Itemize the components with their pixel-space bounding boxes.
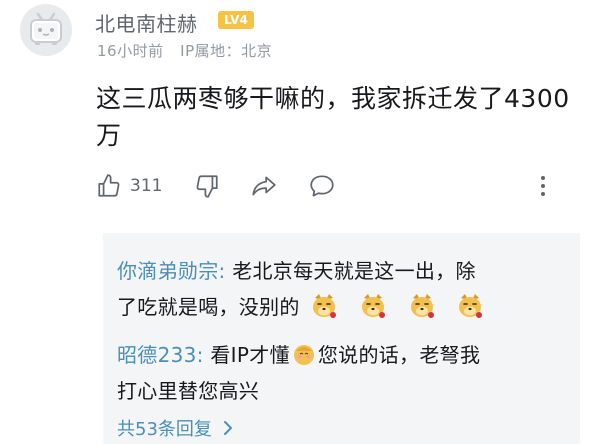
level-badge: LV4 <box>218 11 254 29</box>
reply-list: 你滴弟勋宗: 老北京每天就是这一出，除 了吃就是喝，没别的 昭德233: 看IP… <box>103 233 580 444</box>
comment-username[interactable]: 北电南柱赫 <box>95 8 198 37</box>
doge-emote <box>459 294 483 318</box>
thumbs-down-icon <box>196 175 218 198</box>
comment-text-line: 万 <box>96 121 122 150</box>
reply-item: 昭德233: 看IP才懂 您说的话，老弩我 打心里替您高兴 <box>117 337 567 409</box>
reply-text: 打心里替您高兴 <box>117 379 260 403</box>
reply-author[interactable]: 你滴弟勋宗: <box>117 259 226 283</box>
reply-text: 看IP才懂 <box>203 343 290 367</box>
reply-text: 您说的话，老弩我 <box>317 343 481 367</box>
reply-button[interactable] <box>308 170 336 202</box>
like-count: 311 <box>130 176 163 196</box>
more-replies-label: 共53条回复 <box>117 419 212 440</box>
reply-author[interactable]: 昭德233: <box>117 343 204 367</box>
reply-text: 了吃就是喝，没别的 <box>117 295 300 319</box>
thumbs-up-icon <box>98 174 120 197</box>
comment-actions: 311 <box>96 170 556 202</box>
share-button[interactable] <box>250 170 278 202</box>
comment-meta: 16小时前 IP属地：北京 <box>97 40 272 61</box>
avatar-tv-icon <box>20 4 72 56</box>
ip-location: IP属地：北京 <box>180 42 273 60</box>
comment-time: 16小时前 <box>97 42 164 60</box>
comment-text: 这三瓜两枣够干嘛的，我家拆迁发了4300 万 <box>96 80 576 154</box>
doge-emote <box>313 294 337 318</box>
more-menu-button[interactable] <box>539 170 547 202</box>
dislike-button[interactable] <box>194 170 220 202</box>
like-button[interactable]: 311 <box>96 170 162 202</box>
doge-emote <box>410 294 434 318</box>
view-more-replies-link[interactable]: 共53条回复 <box>117 415 236 441</box>
reply-bubble-icon <box>310 175 334 197</box>
shy-face-emoji <box>293 345 314 365</box>
reply-text: 老北京每天就是这一出，除 <box>225 259 476 283</box>
avatar[interactable] <box>20 4 72 56</box>
more-menu-icon <box>541 176 545 196</box>
comment-text-line: 这三瓜两枣够干嘛的，我家拆迁发了4300 <box>96 84 570 113</box>
doge-emote <box>362 294 386 318</box>
reply-item: 你滴弟勋宗: 老北京每天就是这一出，除 了吃就是喝，没别的 <box>117 253 567 325</box>
share-icon <box>252 176 276 196</box>
chevron-right-icon <box>223 421 232 435</box>
